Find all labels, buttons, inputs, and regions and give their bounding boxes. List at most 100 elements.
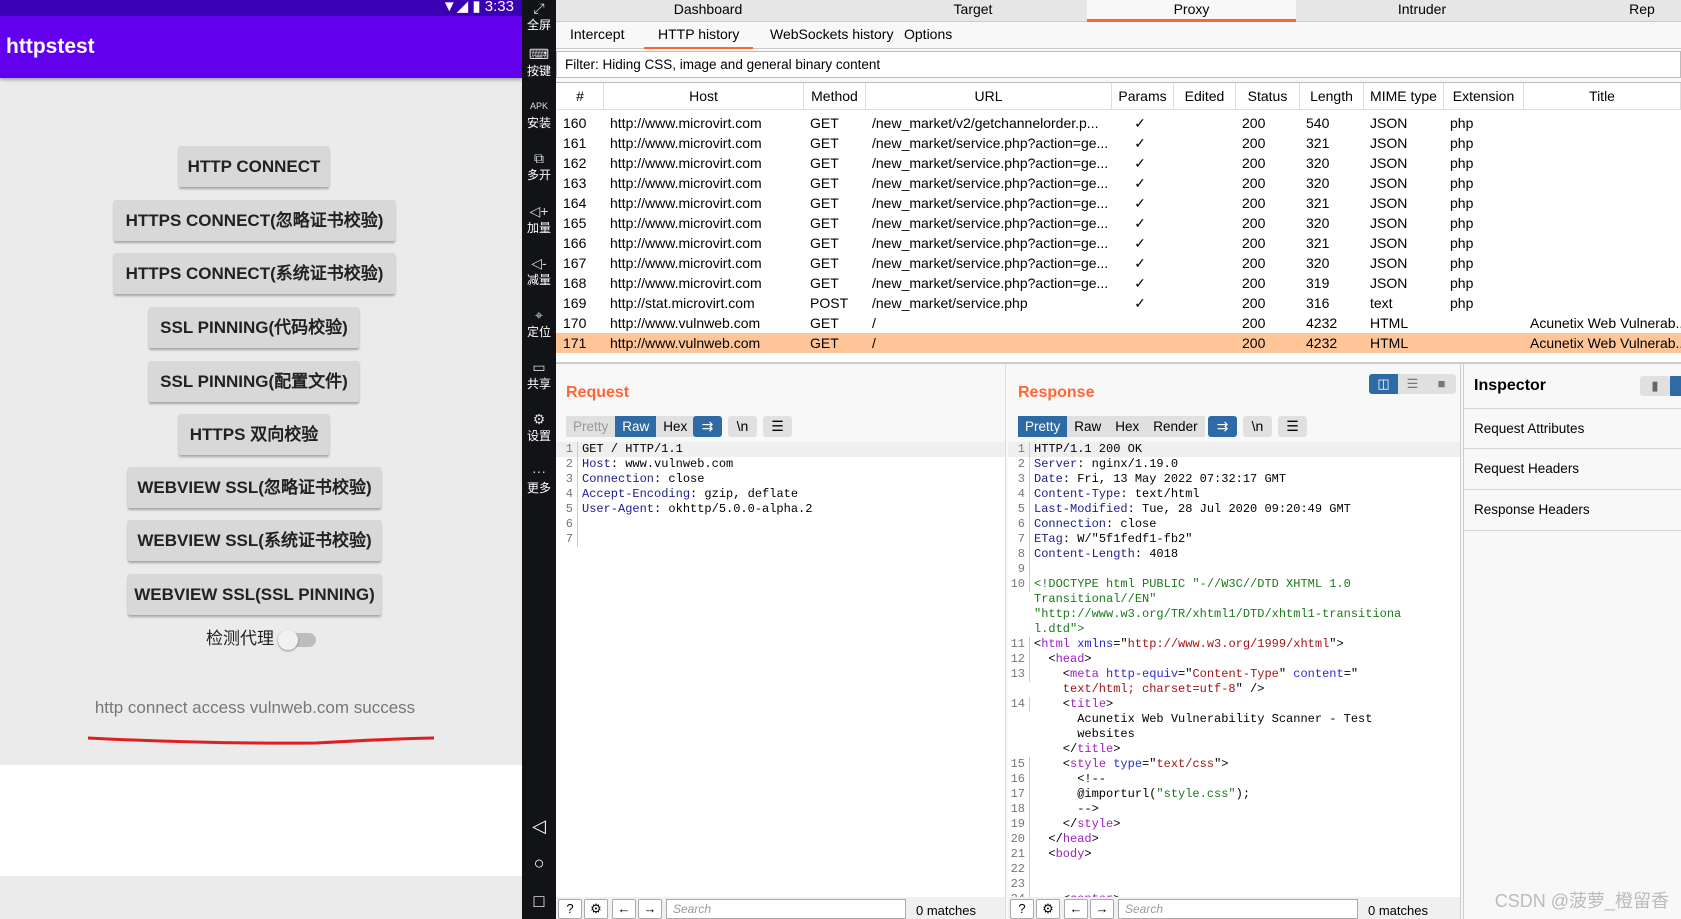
menu-icon[interactable]: ☰ [1278,416,1307,437]
table-row[interactable]: 171 http://www.vulnweb.com GET / 200 4232 HTML… [556,333,1681,353]
request-mode-raw[interactable]: Raw [615,416,657,437]
response-mode-raw[interactable]: Raw [1067,416,1109,437]
settings-icon[interactable]: ⚙ [584,899,608,919]
emulator-more-button[interactable]: ··· 更多 [522,463,556,496]
subtab-http-history[interactable]: HTTP history [644,22,754,49]
settings-icon[interactable]: ⚙ [1036,899,1060,919]
code-token: > [1106,697,1114,711]
cell-method: GET [810,135,839,151]
inspector-response-headers[interactable]: Response Headers [1464,490,1681,531]
table-row[interactable]: 166 http://www.microvirt.com GET/new_marke… [556,233,1681,253]
next-icon[interactable]: → [638,899,662,919]
newline-icon[interactable]: \n [728,416,757,437]
emulator-apk-button[interactable]: APK 安装 [522,98,556,131]
app-button[interactable]: WEBVIEW SSL(系统证书校验) [128,520,381,561]
word-wrap-icon[interactable]: ⇉ [1208,416,1237,437]
emulator-fullscreen-button[interactable]: ⤢ 全屏 [522,0,556,33]
subtab-options[interactable]: Options [890,22,966,49]
tab-target[interactable]: Target [861,0,1085,22]
help-icon[interactable]: ? [558,899,582,919]
back-icon[interactable]: ◁ [522,816,556,837]
response-mode-render[interactable]: Render [1146,416,1205,437]
inspector-collapse-icon[interactable]: ▮ [1640,376,1670,396]
column-header[interactable]: Extension [1444,83,1524,110]
response-mode-hex[interactable]: Hex [1108,416,1147,437]
column-header[interactable]: Params [1112,83,1174,110]
code-line: 18 --> [1008,802,1460,817]
tab-rep[interactable]: Rep [1530,0,1681,22]
table-row[interactable]: 162 http://www.microvirt.com GET/new_marke… [556,153,1681,173]
inspector-request-attributes[interactable]: Request Attributes [1464,408,1681,449]
table-row[interactable]: 170 http://www.vulnweb.com GET / 200 4232 HTML… [556,313,1681,333]
table-row[interactable]: 163 http://www.microvirt.com GET/new_marke… [556,173,1681,193]
column-header[interactable]: Title [1524,83,1681,110]
menu-icon[interactable]: ☰ [763,416,792,437]
column-header[interactable]: # [557,83,604,110]
inspector-expand-icon[interactable] [1670,376,1681,396]
app-button[interactable]: WEBVIEW SSL(忽略证书校验) [128,467,381,508]
column-header[interactable]: Status [1236,83,1300,110]
line-number: 14 [1008,697,1030,712]
app-button[interactable]: HTTPS 双向校验 [179,414,329,455]
app-button[interactable]: HTTPS CONNECT(忽略证书校验) [114,200,395,241]
help-icon[interactable]: ? [1010,899,1034,919]
emulator-multi-instance-button[interactable]: ⧉ 多开 [522,150,556,183]
inspector-request-headers[interactable]: Request Headers [1464,449,1681,490]
table-row[interactable]: 165 http://www.microvirt.com GET/new_marke… [556,213,1681,233]
emulator-location-button[interactable]: ⌖ 定位 [522,307,556,340]
emulator-volume-down-button[interactable]: ◁- 减量 [522,255,556,288]
previous-icon[interactable]: ← [612,899,636,919]
tab-intruder[interactable]: Intruder [1310,0,1534,22]
emulator-folder-button[interactable]: ▭ 共享 [522,359,556,392]
cell-method: GET [810,195,839,211]
table-row[interactable]: 160 http://www.microvirt.com GET/new_marke… [556,113,1681,133]
cell-mimetype: JSON [1370,155,1408,171]
response-search-input[interactable]: Search [1118,899,1358,919]
subtab-websockets-history[interactable]: WebSockets history [756,22,907,49]
word-wrap-icon[interactable]: ⇉ [693,416,722,437]
side-by-side-layout-icon[interactable]: ◫ [1369,374,1398,394]
cell-number: 161 [563,135,587,151]
column-header[interactable]: MIME type [1364,83,1444,110]
request-mode-hex[interactable]: Hex [656,416,695,437]
column-header[interactable]: URL [866,83,1112,110]
detect-proxy-toggle[interactable] [278,629,316,650]
request-mode-pretty[interactable]: Pretty [566,416,616,437]
table-row[interactable]: 168 http://www.microvirt.com GET/new_marke… [556,273,1681,293]
column-header[interactable]: Host [604,83,804,110]
emulator-volume-up-button[interactable]: ◁+ 加量 [522,203,556,236]
app-button[interactable]: HTTPS CONNECT(系统证书校验) [114,253,395,294]
table-row[interactable]: 167 http://www.microvirt.com GET/new_marke… [556,253,1681,273]
code-token: websites [1034,727,1135,741]
app-button[interactable]: WEBVIEW SSL(SSL PINNING) [128,574,381,615]
request-search-input[interactable]: Search [666,899,906,919]
recent-apps-icon[interactable]: □ [522,891,556,912]
app-button[interactable]: HTTP CONNECT [179,146,329,187]
next-icon[interactable]: → [1090,899,1114,919]
cell-length: 540 [1306,115,1330,131]
column-header[interactable]: Method [804,83,866,110]
vertical-layout-icon[interactable]: ☰ [1398,374,1427,394]
emulator-keyboard-button[interactable]: ⌨ 按键 [522,46,556,79]
table-row[interactable]: 169 http://stat.microvirt.com POST/new_mar… [556,293,1681,313]
tab-proxy[interactable]: Proxy [1087,0,1296,22]
newline-icon[interactable]: \n [1243,416,1272,437]
tab-dashboard[interactable]: Dashboard [596,0,820,22]
home-icon[interactable]: ○ [522,853,556,874]
column-header[interactable]: Length [1300,83,1364,110]
table-row[interactable]: 164 http://www.microvirt.com GET/new_marke… [556,193,1681,213]
emulator-gear-button[interactable]: ⚙ 设置 [522,411,556,444]
previous-icon[interactable]: ← [1064,899,1088,919]
column-header[interactable]: Edited [1174,83,1236,110]
table-row[interactable]: 161 http://www.microvirt.com GET/new_marke… [556,133,1681,153]
filter-bar[interactable]: Filter: Hiding CSS, image and general bi… [556,51,1681,78]
request-editor[interactable]: 1 GET / HTTP/1.1 2 Host: www.vulnweb.com 3 Co… [556,442,1005,897]
line-number: 12 [1008,652,1030,667]
tab-layout-icon[interactable]: ■ [1427,374,1456,394]
response-editor[interactable]: 1 HTTP/1.1 200 OK 2 Server: nginx/1.19.0 3 Da… [1008,442,1460,897]
app-button[interactable]: SSL PINNING(配置文件) [149,361,359,402]
response-mode-pretty[interactable]: Pretty [1018,416,1068,437]
app-button[interactable]: SSL PINNING(代码校验) [149,307,359,348]
cell-host: http://www.vulnweb.com [610,335,761,351]
subtab-intercept[interactable]: Intercept [556,22,638,49]
